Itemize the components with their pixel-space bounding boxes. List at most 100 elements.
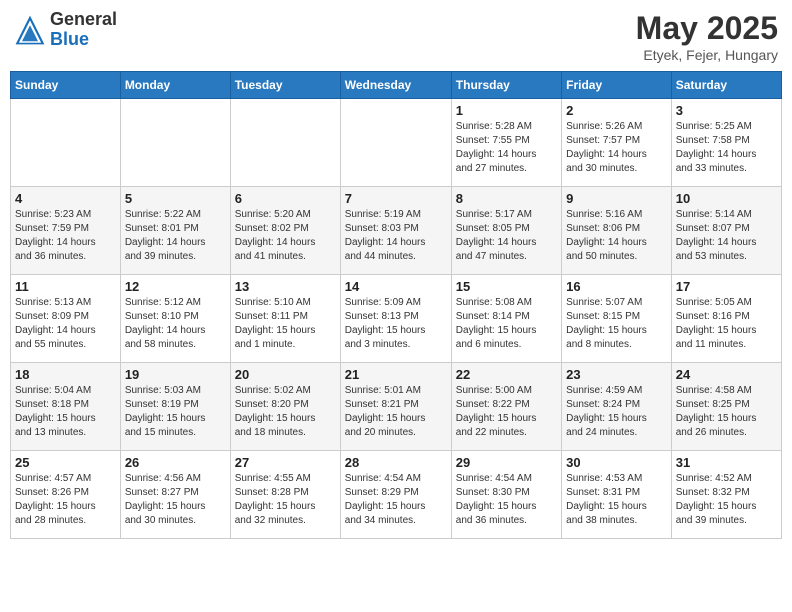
day-details: Sunrise: 5:28 AM Sunset: 7:55 PM Dayligh… xyxy=(456,120,557,176)
calendar-cell: 27 Sunrise: 4:55 AM Sunset: 8:28 PM Dayli… xyxy=(230,451,340,539)
calendar-week-5: 25 Sunrise: 4:57 AM Sunset: 8:26 PM Dayli… xyxy=(11,451,782,539)
day-number: 13 xyxy=(235,279,336,294)
day-number: 12 xyxy=(125,279,226,294)
day-details: Sunrise: 4:54 AM Sunset: 8:30 PM Dayligh… xyxy=(456,472,557,528)
calendar-cell: 28 Sunrise: 4:54 AM Sunset: 8:29 PM Dayli… xyxy=(340,451,451,539)
calendar-cell: 6 Sunrise: 5:20 AM Sunset: 8:02 PM Daylig… xyxy=(230,187,340,275)
day-number: 6 xyxy=(235,191,336,206)
calendar-cell: 20 Sunrise: 5:02 AM Sunset: 8:20 PM Dayli… xyxy=(230,363,340,451)
logo-general: General xyxy=(50,10,117,30)
day-details: Sunrise: 4:52 AM Sunset: 8:32 PM Dayligh… xyxy=(676,472,777,528)
location: Etyek, Fejer, Hungary xyxy=(636,47,778,63)
calendar-cell: 17 Sunrise: 5:05 AM Sunset: 8:16 PM Dayli… xyxy=(671,275,781,363)
day-details: Sunrise: 5:07 AM Sunset: 8:15 PM Dayligh… xyxy=(566,296,667,352)
calendar-cell: 7 Sunrise: 5:19 AM Sunset: 8:03 PM Daylig… xyxy=(340,187,451,275)
day-details: Sunrise: 4:57 AM Sunset: 8:26 PM Dayligh… xyxy=(15,472,116,528)
day-details: Sunrise: 5:14 AM Sunset: 8:07 PM Dayligh… xyxy=(676,208,777,264)
day-number: 17 xyxy=(676,279,777,294)
day-details: Sunrise: 5:02 AM Sunset: 8:20 PM Dayligh… xyxy=(235,384,336,440)
day-details: Sunrise: 5:05 AM Sunset: 8:16 PM Dayligh… xyxy=(676,296,777,352)
calendar-cell: 22 Sunrise: 5:00 AM Sunset: 8:22 PM Dayli… xyxy=(451,363,561,451)
calendar-table: SundayMondayTuesdayWednesdayThursdayFrid… xyxy=(10,71,782,539)
day-number: 27 xyxy=(235,455,336,470)
day-details: Sunrise: 5:09 AM Sunset: 8:13 PM Dayligh… xyxy=(345,296,447,352)
day-details: Sunrise: 5:16 AM Sunset: 8:06 PM Dayligh… xyxy=(566,208,667,264)
calendar-cell: 26Sunrise: 4:56 AM Sunset: 8:27 PM Dayli… xyxy=(120,451,230,539)
day-number: 22 xyxy=(456,367,557,382)
day-details: Sunrise: 5:19 AM Sunset: 8:03 PM Dayligh… xyxy=(345,208,447,264)
calendar-cell: 31Sunrise: 4:52 AM Sunset: 8:32 PM Dayli… xyxy=(671,451,781,539)
calendar-cell: 4 Sunrise: 5:23 AM Sunset: 7:59 PM Daylig… xyxy=(11,187,121,275)
day-details: Sunrise: 5:20 AM Sunset: 8:02 PM Dayligh… xyxy=(235,208,336,264)
day-number: 20 xyxy=(235,367,336,382)
calendar-cell: 12 Sunrise: 5:12 AM Sunset: 8:10 PM Dayli… xyxy=(120,275,230,363)
calendar-cell: 8 Sunrise: 5:17 AM Sunset: 8:05 PM Daylig… xyxy=(451,187,561,275)
day-details: Sunrise: 5:04 AM Sunset: 8:18 PM Dayligh… xyxy=(15,384,116,440)
day-details: Sunrise: 5:25 AM Sunset: 7:58 PM Dayligh… xyxy=(676,120,777,176)
calendar-cell: 24Sunrise: 4:58 AM Sunset: 8:25 PM Dayli… xyxy=(671,363,781,451)
calendar-cell: 2Sunrise: 5:26 AM Sunset: 7:57 PM Daylig… xyxy=(562,99,672,187)
day-number: 5 xyxy=(125,191,226,206)
calendar-cell: 25 Sunrise: 4:57 AM Sunset: 8:26 PM Dayli… xyxy=(11,451,121,539)
day-number: 11 xyxy=(15,279,116,294)
day-number: 3 xyxy=(676,103,777,118)
calendar-cell: 19 Sunrise: 5:03 AM Sunset: 8:19 PM Dayli… xyxy=(120,363,230,451)
calendar-cell: 9 Sunrise: 5:16 AM Sunset: 8:06 PM Daylig… xyxy=(562,187,672,275)
day-details: Sunrise: 5:17 AM Sunset: 8:05 PM Dayligh… xyxy=(456,208,557,264)
calendar-cell: 30 Sunrise: 4:53 AM Sunset: 8:31 PM Dayli… xyxy=(562,451,672,539)
day-details: Sunrise: 5:26 AM Sunset: 7:57 PM Dayligh… xyxy=(566,120,667,176)
header-day-saturday: Saturday xyxy=(671,72,781,99)
calendar-cell xyxy=(120,99,230,187)
calendar-cell: 5 Sunrise: 5:22 AM Sunset: 8:01 PM Daylig… xyxy=(120,187,230,275)
day-number: 14 xyxy=(345,279,447,294)
calendar-cell: 3 Sunrise: 5:25 AM Sunset: 7:58 PM Daylig… xyxy=(671,99,781,187)
day-number: 18 xyxy=(15,367,116,382)
calendar-week-3: 11Sunrise: 5:13 AM Sunset: 8:09 PM Dayli… xyxy=(11,275,782,363)
day-number: 19 xyxy=(125,367,226,382)
calendar-cell: 13 Sunrise: 5:10 AM Sunset: 8:11 PM Dayli… xyxy=(230,275,340,363)
calendar-cell: 14 Sunrise: 5:09 AM Sunset: 8:13 PM Dayli… xyxy=(340,275,451,363)
header-row: SundayMondayTuesdayWednesdayThursdayFrid… xyxy=(11,72,782,99)
day-details: Sunrise: 4:58 AM Sunset: 8:25 PM Dayligh… xyxy=(676,384,777,440)
calendar-week-1: 1Sunrise: 5:28 AM Sunset: 7:55 PM Daylig… xyxy=(11,99,782,187)
page-header: General Blue May 2025 Etyek, Fejer, Hung… xyxy=(10,10,782,63)
calendar-body: 1Sunrise: 5:28 AM Sunset: 7:55 PM Daylig… xyxy=(11,99,782,539)
day-details: Sunrise: 5:00 AM Sunset: 8:22 PM Dayligh… xyxy=(456,384,557,440)
logo-icon xyxy=(14,14,46,46)
day-details: Sunrise: 5:22 AM Sunset: 8:01 PM Dayligh… xyxy=(125,208,226,264)
day-number: 21 xyxy=(345,367,447,382)
calendar-cell: 23 Sunrise: 4:59 AM Sunset: 8:24 PM Dayli… xyxy=(562,363,672,451)
day-details: Sunrise: 4:59 AM Sunset: 8:24 PM Dayligh… xyxy=(566,384,667,440)
day-number: 28 xyxy=(345,455,447,470)
day-details: Sunrise: 5:03 AM Sunset: 8:19 PM Dayligh… xyxy=(125,384,226,440)
day-details: Sunrise: 5:10 AM Sunset: 8:11 PM Dayligh… xyxy=(235,296,336,352)
logo: General Blue xyxy=(14,10,117,50)
day-details: Sunrise: 4:54 AM Sunset: 8:29 PM Dayligh… xyxy=(345,472,447,528)
day-details: Sunrise: 4:53 AM Sunset: 8:31 PM Dayligh… xyxy=(566,472,667,528)
day-number: 30 xyxy=(566,455,667,470)
day-number: 9 xyxy=(566,191,667,206)
header-day-thursday: Thursday xyxy=(451,72,561,99)
day-number: 29 xyxy=(456,455,557,470)
title-block: May 2025 Etyek, Fejer, Hungary xyxy=(636,10,778,63)
day-details: Sunrise: 4:55 AM Sunset: 8:28 PM Dayligh… xyxy=(235,472,336,528)
day-number: 23 xyxy=(566,367,667,382)
day-details: Sunrise: 5:23 AM Sunset: 7:59 PM Dayligh… xyxy=(15,208,116,264)
day-number: 4 xyxy=(15,191,116,206)
calendar-cell: 21Sunrise: 5:01 AM Sunset: 8:21 PM Dayli… xyxy=(340,363,451,451)
calendar-cell: 10 Sunrise: 5:14 AM Sunset: 8:07 PM Dayli… xyxy=(671,187,781,275)
header-day-sunday: Sunday xyxy=(11,72,121,99)
day-details: Sunrise: 5:08 AM Sunset: 8:14 PM Dayligh… xyxy=(456,296,557,352)
calendar-cell: 11Sunrise: 5:13 AM Sunset: 8:09 PM Dayli… xyxy=(11,275,121,363)
day-number: 10 xyxy=(676,191,777,206)
day-number: 7 xyxy=(345,191,447,206)
day-details: Sunrise: 5:12 AM Sunset: 8:10 PM Dayligh… xyxy=(125,296,226,352)
month-year: May 2025 xyxy=(636,10,778,47)
day-number: 25 xyxy=(15,455,116,470)
calendar-cell: 1Sunrise: 5:28 AM Sunset: 7:55 PM Daylig… xyxy=(451,99,561,187)
day-number: 8 xyxy=(456,191,557,206)
calendar-week-4: 18 Sunrise: 5:04 AM Sunset: 8:18 PM Dayli… xyxy=(11,363,782,451)
day-number: 15 xyxy=(456,279,557,294)
header-day-friday: Friday xyxy=(562,72,672,99)
day-details: Sunrise: 4:56 AM Sunset: 8:27 PM Dayligh… xyxy=(125,472,226,528)
